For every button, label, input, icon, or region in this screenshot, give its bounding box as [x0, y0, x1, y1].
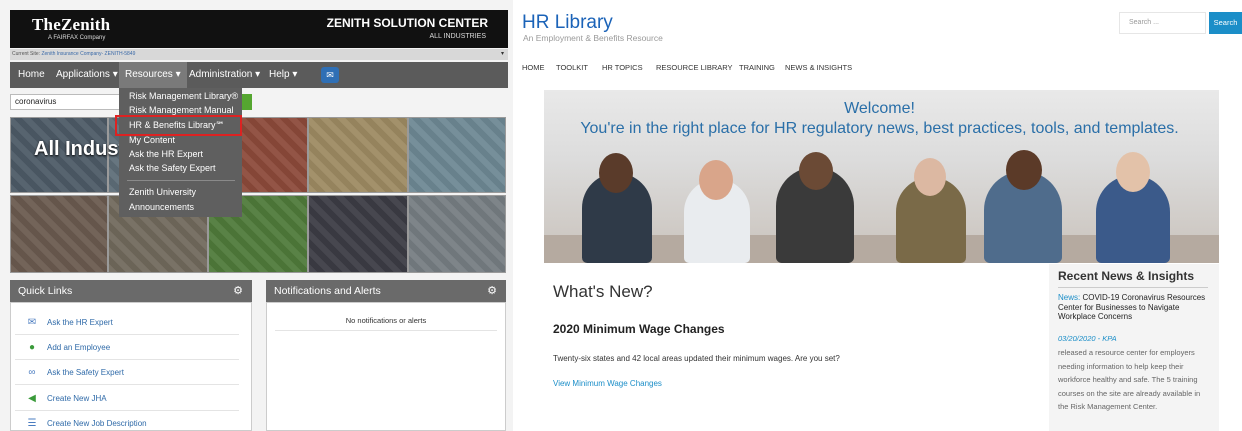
menu-item-zenith-university[interactable]: Zenith University — [129, 187, 196, 197]
news-headline[interactable]: News: COVID-19 Coronavirus Resources Cen… — [1058, 293, 1206, 322]
gear-icon[interactable]: ⚙ — [233, 280, 243, 302]
solution-center-title: ZENITH SOLUTION CENTER — [326, 16, 488, 30]
zenith-header: TheZenith A FAIRFAX Company ZENITH SOLUT… — [10, 10, 508, 48]
current-site-bar[interactable]: Current Site: Zenith Insurance Company- … — [10, 49, 508, 60]
notifications-panel: No notifications or alerts — [266, 302, 506, 431]
view-minimum-wage-link[interactable]: View Minimum Wage Changes — [553, 379, 662, 388]
recent-news-title: Recent News & Insights — [1058, 269, 1195, 283]
hero-person-head — [1006, 150, 1042, 190]
industry-photo — [308, 195, 408, 273]
envelope-icon: ✉ — [27, 317, 37, 328]
list-icon: ☰ — [27, 418, 37, 429]
zenith-logo-sub: A FAIRFAX Company — [48, 35, 106, 41]
divider — [15, 359, 239, 360]
hero-banner: Welcome! You're in the right place for H… — [544, 90, 1219, 263]
highlight-box — [115, 115, 242, 136]
gear-icon[interactable]: ⚙ — [487, 280, 497, 302]
current-site-value[interactable]: Zenith Insurance Company- ZENITH-5849 — [41, 51, 135, 57]
hr-library-title[interactable]: HR Library — [522, 12, 613, 34]
zenith-main-nav: Home Applications ▾ Resources ▾ Administ… — [10, 62, 508, 88]
nav-applications[interactable]: Applications ▾ — [56, 62, 118, 88]
news-headline-text[interactable]: COVID-19 Coronavirus Resources Center fo… — [1058, 293, 1205, 321]
quick-links-header: Quick Links ⚙ — [10, 280, 252, 302]
menu-item-risk-management-library[interactable]: Risk Management Library® — [129, 91, 238, 101]
hero-person-head — [699, 160, 733, 200]
divider — [1058, 287, 1208, 288]
hero-subtitle: You're in the right place for HR regulat… — [580, 120, 1179, 137]
menu-item-announcements[interactable]: Announcements — [129, 202, 194, 212]
industry-photo — [10, 195, 108, 273]
whats-new-heading: What's New? — [553, 282, 653, 301]
resources-dropdown-menu: Risk Management Library® Risk Management… — [119, 88, 242, 217]
news-body: released a resource center for employers… — [1058, 348, 1201, 411]
hr-nav-training[interactable]: TRAINING — [739, 63, 775, 72]
current-site-label: Current Site: — [12, 51, 41, 57]
solution-center-subtitle: ALL INDUSTRIES — [429, 33, 486, 40]
divider — [15, 410, 239, 411]
quick-links-panel: ✉ Ask the HR Expert ● Add an Employee ∞ … — [10, 302, 252, 431]
quick-links-title: Quick Links — [18, 285, 73, 297]
person-icon: ● — [28, 342, 36, 353]
hr-nav-home[interactable]: HOME — [522, 63, 545, 72]
industry-photo — [408, 195, 506, 273]
hero-person-head — [914, 158, 946, 196]
notifications-header: Notifications and Alerts ⚙ — [266, 280, 506, 302]
menu-item-ask-safety-expert[interactable]: Ask the Safety Expert — [129, 163, 216, 173]
menu-divider — [127, 180, 235, 181]
hr-library-tagline: An Employment & Benefits Resource — [523, 33, 663, 43]
nav-resources[interactable]: Resources ▾ — [119, 62, 187, 88]
site-search-input[interactable]: coronavirus — [10, 94, 134, 110]
hero-welcome: Welcome! — [844, 100, 915, 117]
industry-banner-text: All Indust — [34, 138, 126, 160]
nav-help[interactable]: Help ▾ — [269, 62, 297, 88]
hero-person-head — [1116, 152, 1150, 192]
hr-nav-toolkit[interactable]: TOOLKIT — [556, 63, 588, 72]
menu-item-risk-management-manual[interactable]: Risk Management Manual — [129, 105, 234, 115]
news-date: 03/20/2020 - KPA — [1058, 334, 1117, 343]
hr-nav-resource-library[interactable]: RESOURCE LIBRARY — [656, 63, 733, 72]
hr-nav-news-insights[interactable]: NEWS & INSIGHTS — [785, 63, 852, 72]
zenith-portal-screenshot: TheZenith A FAIRFAX Company ZENITH SOLUT… — [0, 0, 513, 431]
article-summary: Twenty-six states and 42 local areas upd… — [553, 354, 840, 363]
notifications-title: Notifications and Alerts — [274, 285, 381, 297]
menu-item-ask-hr-expert[interactable]: Ask the HR Expert — [129, 149, 203, 159]
notifications-empty-text: No notifications or alerts — [345, 316, 427, 325]
zenith-logo[interactable]: TheZenith — [32, 15, 110, 35]
news-label: News: — [1058, 293, 1081, 302]
hero-person-head — [599, 153, 633, 193]
industry-photo — [408, 117, 506, 193]
hr-search-input[interactable]: Search ... — [1119, 12, 1206, 34]
article-title[interactable]: 2020 Minimum Wage Changes — [553, 322, 725, 336]
divider — [275, 330, 497, 331]
chevron-down-icon[interactable]: ▾ — [501, 49, 504, 60]
hr-nav-hr-topics[interactable]: HR TOPICS — [602, 63, 643, 72]
envelope-icon[interactable]: ✉ — [321, 67, 339, 83]
hero-person-head — [799, 152, 833, 190]
link-icon: ∞ — [28, 367, 36, 378]
recent-news-sidebar: Recent News & Insights News: COVID-19 Co… — [1049, 264, 1219, 431]
nav-administration[interactable]: Administration ▾ — [189, 62, 260, 88]
nav-home[interactable]: Home — [18, 62, 45, 88]
hr-search-button[interactable]: Search — [1209, 12, 1242, 34]
hr-library-screenshot: HR Library An Employment & Benefits Reso… — [513, 0, 1242, 431]
divider — [15, 334, 239, 335]
industry-photo — [308, 117, 408, 193]
menu-item-my-content[interactable]: My Content — [129, 135, 175, 145]
divider — [15, 384, 239, 385]
megaphone-icon: ◀ — [28, 393, 36, 404]
